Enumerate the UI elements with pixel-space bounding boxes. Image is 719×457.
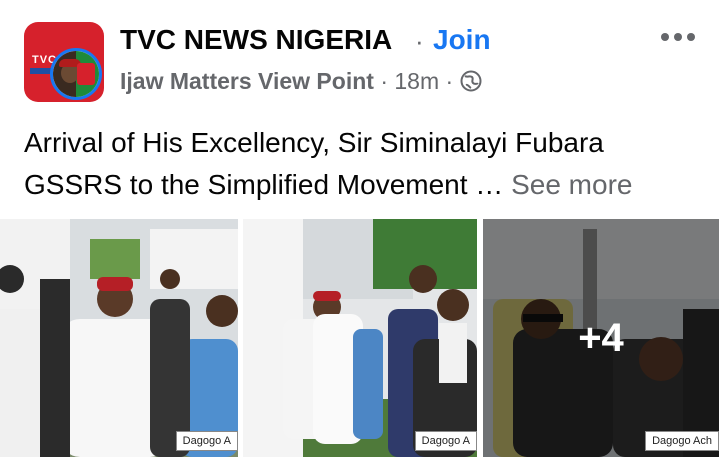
post-time[interactable]: 18m — [394, 68, 439, 94]
separator-dot: · — [415, 26, 424, 56]
photo-1-watermark: Dagogo A — [175, 431, 238, 451]
photo-3-watermark: Dagogo Ach — [645, 431, 719, 451]
meta-separator-2: · — [445, 68, 454, 94]
more-photos-count: +4 — [578, 315, 624, 360]
photo-2[interactable]: Dagogo A — [243, 219, 477, 457]
avatar-emblem — [77, 63, 95, 85]
photo-1[interactable]: Dagogo A — [0, 219, 238, 457]
photo-2-image — [243, 219, 477, 457]
post-header: TVC TVC NEWS NIGERIA · Join Ijaw Matters… — [0, 0, 719, 112]
photo-1-image — [0, 219, 238, 457]
see-more-link[interactable]: See more — [511, 169, 632, 200]
post-meta: Ijaw Matters View Point · 18m · — [120, 68, 482, 95]
more-photos-overlay[interactable]: +4 — [483, 219, 719, 457]
meta-separator: · — [380, 68, 388, 94]
join-button[interactable]: Join — [433, 24, 491, 56]
page-name-link[interactable]: TVC NEWS NIGERIA — [120, 24, 392, 56]
author-name-link[interactable]: Ijaw Matters View Point — [120, 68, 374, 94]
photo-2-watermark: Dagogo A — [414, 431, 477, 451]
globe-icon — [460, 70, 482, 92]
post-text: Arrival of His Excellency, Sir Siminalay… — [24, 122, 704, 206]
author-avatar[interactable] — [50, 48, 102, 100]
photo-3[interactable]: +4 Dagogo Ach — [483, 219, 719, 457]
more-horizontal-icon[interactable] — [658, 22, 698, 52]
